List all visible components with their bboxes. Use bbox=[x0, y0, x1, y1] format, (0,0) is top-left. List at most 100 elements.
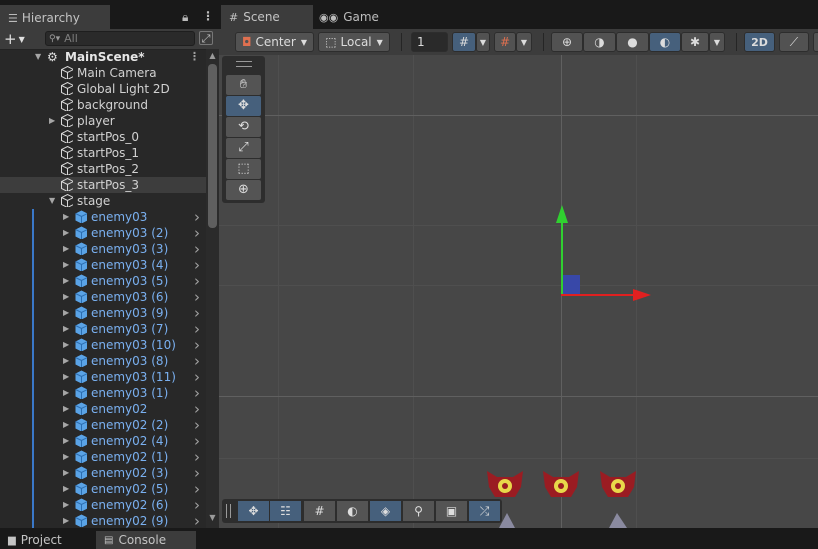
lighting-toggle[interactable]: ⟋ bbox=[779, 32, 809, 52]
hierarchy-row[interactable]: ▶ enemy02 (9) › bbox=[0, 513, 206, 529]
overlay-drag-handle[interactable] bbox=[226, 504, 231, 518]
fold-arrow-expanded-icon[interactable]: ▼ bbox=[49, 193, 55, 209]
fold-arrow-icon[interactable]: ▶ bbox=[63, 273, 69, 289]
fold-arrow-icon[interactable]: ▶ bbox=[63, 449, 69, 465]
hierarchy-row[interactable]: startPos_3 bbox=[0, 177, 206, 193]
shading-shaded-wireframe-button[interactable]: ◑ bbox=[583, 32, 616, 52]
hierarchy-row[interactable]: ▶ enemy03 (9) › bbox=[0, 305, 206, 321]
open-prefab-chevron-icon[interactable]: › bbox=[194, 337, 200, 353]
open-prefab-chevron-icon[interactable]: › bbox=[194, 433, 200, 449]
increment-snap-button[interactable]: # bbox=[494, 32, 516, 52]
fold-arrow-icon[interactable]: ▶ bbox=[63, 385, 69, 401]
hierarchy-row[interactable]: startPos_0 bbox=[0, 129, 206, 145]
grid-size-input[interactable]: 1 bbox=[411, 32, 448, 52]
scale-tool-button[interactable]: ⤢ bbox=[226, 138, 261, 158]
fold-arrow-icon[interactable]: ▶ bbox=[63, 433, 69, 449]
mode-2d-toggle[interactable]: 2D bbox=[744, 32, 775, 52]
hierarchy-row[interactable]: ▶ enemy03 (11) › bbox=[0, 369, 206, 385]
fold-arrow-icon[interactable]: ▶ bbox=[63, 209, 69, 225]
fold-arrow-icon[interactable]: ▶ bbox=[63, 225, 69, 241]
scroll-down-icon[interactable]: ▼ bbox=[207, 513, 218, 523]
hierarchy-row[interactable]: ▶ enemy02 (3) › bbox=[0, 465, 206, 481]
fold-arrow-icon[interactable]: ▶ bbox=[63, 321, 69, 337]
hierarchy-row[interactable]: ▶ enemy02 (2) › bbox=[0, 417, 206, 433]
scroll-up-icon[interactable]: ▲ bbox=[207, 51, 218, 61]
fold-arrow-icon[interactable]: ▶ bbox=[63, 305, 69, 321]
increment-snap-dropdown[interactable]: ▼ bbox=[516, 32, 532, 52]
fold-arrow-icon[interactable]: ▶ bbox=[63, 465, 69, 481]
open-prefab-chevron-icon[interactable]: › bbox=[194, 465, 200, 481]
hierarchy-row[interactable]: ▶ enemy02 (6) › bbox=[0, 497, 206, 513]
fold-arrow-icon[interactable]: ▶ bbox=[63, 257, 69, 273]
hierarchy-row[interactable]: ▶ enemy03 (1) › bbox=[0, 385, 206, 401]
pivot-rotation-dropdown[interactable]: ⬚ Local ▼ bbox=[318, 32, 390, 52]
lock-icon[interactable]: 🔒︎ bbox=[182, 10, 188, 25]
fold-arrow-icon[interactable]: ▶ bbox=[63, 401, 69, 417]
open-prefab-chevron-icon[interactable]: › bbox=[194, 369, 200, 385]
scene-viewport[interactable] bbox=[219, 55, 818, 528]
open-prefab-chevron-icon[interactable]: › bbox=[194, 497, 200, 513]
hand-tool-button[interactable]: ✋︎ bbox=[226, 75, 261, 95]
open-prefab-chevron-icon[interactable]: › bbox=[194, 481, 200, 497]
open-prefab-chevron-icon[interactable]: › bbox=[194, 305, 200, 321]
tab-hierarchy[interactable]: ☰ Hierarchy bbox=[0, 5, 110, 29]
open-prefab-chevron-icon[interactable]: › bbox=[194, 385, 200, 401]
open-prefab-chevron-icon[interactable]: › bbox=[194, 225, 200, 241]
overlay-search-button[interactable]: ⚲ bbox=[403, 501, 434, 521]
tab-scene[interactable]: # Scene bbox=[221, 5, 313, 29]
debug-draw-dropdown[interactable]: ▼ bbox=[709, 32, 725, 52]
hierarchy-row[interactable]: Main Camera bbox=[0, 65, 206, 81]
overlay-layers-button[interactable]: ◈ bbox=[370, 501, 401, 521]
hierarchy-row[interactable]: ▶ enemy03 (4) › bbox=[0, 257, 206, 273]
fold-arrow-icon[interactable]: ▶ bbox=[49, 113, 55, 129]
pivot-mode-dropdown[interactable]: ◘ Center ▼ bbox=[235, 32, 314, 52]
hierarchy-row[interactable]: background bbox=[0, 97, 206, 113]
fold-arrow-icon[interactable]: ▼ bbox=[35, 49, 41, 65]
search-options-icon[interactable]: ⤢ bbox=[199, 31, 213, 45]
shading-shaded-button[interactable]: ● bbox=[616, 32, 649, 52]
fold-arrow-icon[interactable]: ▶ bbox=[63, 289, 69, 305]
grid-snap-dropdown[interactable]: ▼ bbox=[476, 32, 490, 52]
open-prefab-chevron-icon[interactable]: › bbox=[194, 513, 200, 529]
overlay-visibility-button[interactable]: ◐ bbox=[337, 501, 368, 521]
hierarchy-row[interactable]: ▼ stage bbox=[0, 193, 206, 209]
hierarchy-row[interactable]: Global Light 2D bbox=[0, 81, 206, 97]
more-menu-icon[interactable]: ⋮ bbox=[202, 9, 214, 23]
tab-project[interactable]: ▆ Project bbox=[0, 531, 92, 549]
rect-tool-button[interactable]: ⬚ bbox=[226, 159, 261, 179]
fold-arrow-icon[interactable]: ▶ bbox=[63, 497, 69, 513]
hierarchy-row[interactable]: startPos_1 bbox=[0, 145, 206, 161]
search-input[interactable]: ⚲▾ All bbox=[45, 31, 195, 46]
create-button[interactable]: + ▼ bbox=[4, 30, 34, 48]
overlay-shuffle-button[interactable]: ⤮ bbox=[469, 501, 500, 521]
open-prefab-chevron-icon[interactable]: › bbox=[194, 353, 200, 369]
open-prefab-chevron-icon[interactable]: › bbox=[194, 321, 200, 337]
transform-tool-button[interactable]: ⊕ bbox=[226, 180, 261, 200]
fold-arrow-icon[interactable]: ▶ bbox=[63, 369, 69, 385]
overlay-grid-button[interactable]: # bbox=[304, 501, 335, 521]
overlay-tile-palette-button[interactable]: ☷ bbox=[270, 501, 301, 521]
grid-snap-button[interactable]: # bbox=[452, 32, 476, 52]
hierarchy-row[interactable]: ▶ enemy03 (5) › bbox=[0, 273, 206, 289]
tab-console[interactable]: ▤ Console bbox=[96, 531, 196, 549]
overlay-camera-button[interactable]: ▣ bbox=[436, 501, 467, 521]
fold-arrow-icon[interactable]: ▶ bbox=[63, 241, 69, 257]
hierarchy-row[interactable]: ▶ enemy02 (4) › bbox=[0, 433, 206, 449]
hierarchy-row[interactable]: ▶ enemy03 (3) › bbox=[0, 241, 206, 257]
palette-drag-handle[interactable] bbox=[236, 61, 252, 67]
open-prefab-chevron-icon[interactable]: › bbox=[194, 449, 200, 465]
hierarchy-row[interactable]: ▶ player bbox=[0, 113, 206, 129]
move-tool-button[interactable]: ✥ bbox=[226, 96, 261, 116]
fold-arrow-icon[interactable]: ▶ bbox=[63, 337, 69, 353]
scene-menu-icon[interactable]: ⋮ bbox=[189, 49, 200, 65]
fold-arrow-icon[interactable]: ▶ bbox=[63, 417, 69, 433]
fold-arrow-icon[interactable]: ▶ bbox=[63, 513, 69, 529]
open-prefab-chevron-icon[interactable]: › bbox=[194, 273, 200, 289]
shading-wireframe-button[interactable]: ⊕ bbox=[551, 32, 583, 52]
debug-draw-button[interactable]: ✱ bbox=[681, 32, 709, 52]
overlay-move-button[interactable]: ✥ bbox=[238, 501, 269, 521]
hierarchy-row[interactable]: ▶ enemy02 › bbox=[0, 401, 206, 417]
hierarchy-row[interactable]: ▶ enemy03 (10) › bbox=[0, 337, 206, 353]
hierarchy-row[interactable]: ▶ enemy03 (6) › bbox=[0, 289, 206, 305]
open-prefab-chevron-icon[interactable]: › bbox=[194, 289, 200, 305]
